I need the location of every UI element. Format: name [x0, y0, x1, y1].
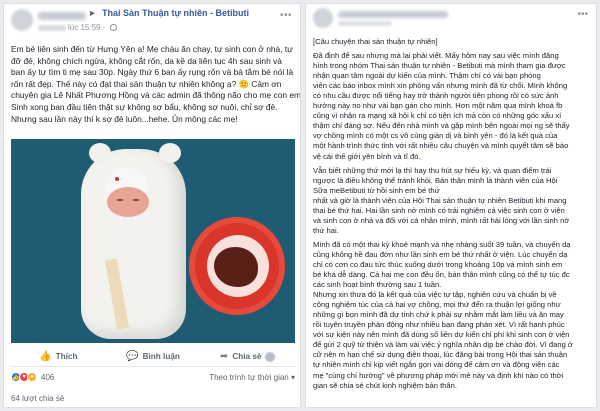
- text-line: và sinh con ở nhà và đối với cá nhân mìn…: [313, 215, 570, 225]
- text-line: [Câu chuyện thai sản thuận tự nhiên]: [313, 37, 438, 46]
- story-post: ••• [Câu chuyện thai sản thuận tự nhiên]…: [305, 3, 597, 408]
- share-label: Chia sẻ: [232, 352, 262, 361]
- text-line: viên các báo inbox mình xin phỏng vấn nh…: [313, 81, 568, 91]
- text-line: cũng không hề đau đớn như lần sinh em bé…: [313, 249, 568, 259]
- date-blurred: [38, 24, 66, 31]
- text-line: tự nhiên mình chỉ kịp viết ngắn gọn vài …: [313, 360, 560, 370]
- text-line: mẹ "cùng chí hướng" về phương pháp mới m…: [313, 370, 564, 380]
- text-line: đỡ đẻ, không chích ngừa, không cắt rốn, …: [11, 55, 282, 66]
- text-line: những gì bọn mình đã dự tính chứ k phải …: [313, 310, 564, 320]
- share-button[interactable]: ➦ Chia sẻ: [200, 351, 295, 362]
- post-header: ▸ Thai Sản Thuận tự nhiên - Betibuti lúc…: [4, 4, 300, 38]
- text-line: Mình đã có một thai kỳ khoẻ mạnh và nhẹ …: [313, 239, 571, 249]
- reaction-stats: 👍 ♥ ● 406 Theo trình tự thời gian ▾: [11, 370, 295, 384]
- action-bar: 👍 Thích 💬 Bình luận ➦ Chia sẻ: [11, 347, 295, 367]
- text-line: nhất và giờ là thành viên của Hội Thai s…: [313, 195, 567, 205]
- text-line: Nhưng sau lần này thì k sợ đẻ luôn...heh…: [11, 113, 238, 124]
- baby-eye: [117, 199, 123, 201]
- text-line: Vẫn biết những thứ mới lạ thì hay thu hú…: [313, 165, 552, 175]
- post-body: Em bé liên sinh đến từ Hưng Yên ạ! Mẹ ch…: [11, 44, 301, 125]
- reaction-count[interactable]: 406: [41, 373, 54, 382]
- text-line: rồi tuyên truyền phản động như nhiều bạn…: [313, 320, 565, 330]
- like-label: Thích: [55, 352, 78, 361]
- group-name-link[interactable]: Thai Sản Thuận tự nhiên - Betibuti: [102, 8, 249, 18]
- text-line: vợ chồng mình có một cs vô cùng giản dị …: [313, 131, 558, 141]
- baby-face: [107, 187, 149, 217]
- text-line: hưởng này no như vài bạn gán cho mình. H…: [313, 101, 563, 111]
- more-options-icon[interactable]: •••: [577, 9, 588, 20]
- text-line: thậm chí đáng sợ. Nếu đến nhà mình và gặ…: [313, 121, 570, 131]
- text-line: cữ nên m hạn chế sử dụng điện thoại, lúc…: [313, 350, 568, 360]
- comment-icon: 💬: [126, 351, 139, 362]
- time-label: lúc 15:59 ·: [68, 23, 108, 32]
- hat-dot: [115, 177, 119, 181]
- share-icon: ➦: [219, 351, 229, 362]
- text-line: bé khá dễ dàng. Cả hai mẹ con đều ổn, bả…: [313, 270, 570, 280]
- text-line: thai bé thứ hai. Hai lần sinh nở mình có…: [313, 205, 565, 215]
- text-line: thứ hai.: [313, 225, 339, 235]
- text-line: một hành trình thức tỉnh với rất nhiều c…: [313, 141, 569, 151]
- author-avatar[interactable]: [313, 8, 333, 28]
- post-meta-blurred: [338, 21, 392, 26]
- text-line: Sinh xong ban đầu tiên thật sự không sợ …: [11, 101, 278, 112]
- text-line: vệ cái thế giới yên bình và tĩ đó.: [313, 151, 421, 161]
- author-name-blurred[interactable]: [38, 12, 86, 20]
- viewer-avatar: [265, 351, 276, 362]
- blanket-ear: [159, 143, 181, 163]
- post-timestamp[interactable]: lúc 15:59 ·: [38, 23, 117, 32]
- text-line: chuyên gia Lê Nhất Phương Hồng và các ad…: [11, 90, 301, 101]
- text-line: Sữa meBetibuti từ hồi sinh em bé thứ: [313, 185, 440, 195]
- comment-button[interactable]: 💬 Bình luận: [106, 351, 201, 362]
- post-photo[interactable]: [11, 139, 295, 343]
- globe-icon: [109, 24, 117, 32]
- text-line: Đã định để sau nhưng mà lại phải viết. M…: [313, 51, 559, 61]
- author-avatar[interactable]: [11, 9, 33, 31]
- text-line: có nhu cầu được nổi tiếng hay trở thành …: [313, 91, 559, 101]
- wow-reaction-icon[interactable]: ●: [27, 372, 37, 382]
- text-line: ban ấy tự tìm ti mẹ sau 30p. Ngày thứ 6 …: [11, 67, 294, 78]
- thumbs-up-icon: 👍: [39, 351, 52, 362]
- like-button[interactable]: 👍 Thích: [11, 351, 106, 362]
- post-header: •••: [306, 4, 596, 32]
- text-line: với sự kiện này nên mình đã dùng số liền…: [313, 330, 570, 340]
- author-name-blurred[interactable]: [338, 11, 448, 18]
- group-post: ▸ Thai Sản Thuận tự nhiên - Betibuti lúc…: [3, 3, 301, 408]
- baby-eye: [133, 199, 139, 201]
- text-line: chỉ có cơn co đau tức thúc xuống dưới tr…: [313, 259, 563, 269]
- arrow-right-icon: ▸: [90, 8, 96, 19]
- text-line: hình trong nhóm Thai sản thuận tự nhiên …: [313, 61, 566, 71]
- text-line: gian sẽ chia sẻ chút kinh nghiệm bản thâ…: [313, 380, 457, 390]
- comment-sort-dropdown[interactable]: Theo trình tự thời gian ▾: [209, 373, 295, 382]
- text-line: Em bé liên sinh đến từ Hưng Yên ạ! Mẹ ch…: [11, 44, 293, 54]
- text-line: các sinh hoạt bình thường sau 1 tuần.: [313, 280, 442, 290]
- share-count[interactable]: 64 lượt chia sẻ: [11, 394, 64, 403]
- placenta: [214, 247, 258, 287]
- post-body: [Câu chuyện thai sản thuận tự nhiên] Đã đ…: [313, 37, 593, 391]
- text-line: ngược là điều không thể tránh khỏi. Bản …: [313, 175, 558, 185]
- blanket-ear: [89, 143, 111, 163]
- text-line: công nghiệm túc của cả hai vợ chồng, mọi…: [313, 300, 561, 310]
- text-line: rốn rất đẹp. Thế này có đạt thai sản thu…: [11, 78, 282, 89]
- text-line: cũng vì nhận ra mạng xã hội k chỉ có tiệ…: [313, 111, 562, 121]
- text-line: nhận quan tâm ngoài dự kiến của mình. Th…: [313, 71, 541, 81]
- text-line: để gửi 2 quỹ từ thiện và làm vài việc ý …: [313, 340, 573, 350]
- more-options-icon[interactable]: •••: [280, 10, 292, 21]
- comment-label: Bình luận: [142, 352, 180, 361]
- text-line: Nhưng xin thưa đó là kết quả của việc tự…: [313, 290, 557, 300]
